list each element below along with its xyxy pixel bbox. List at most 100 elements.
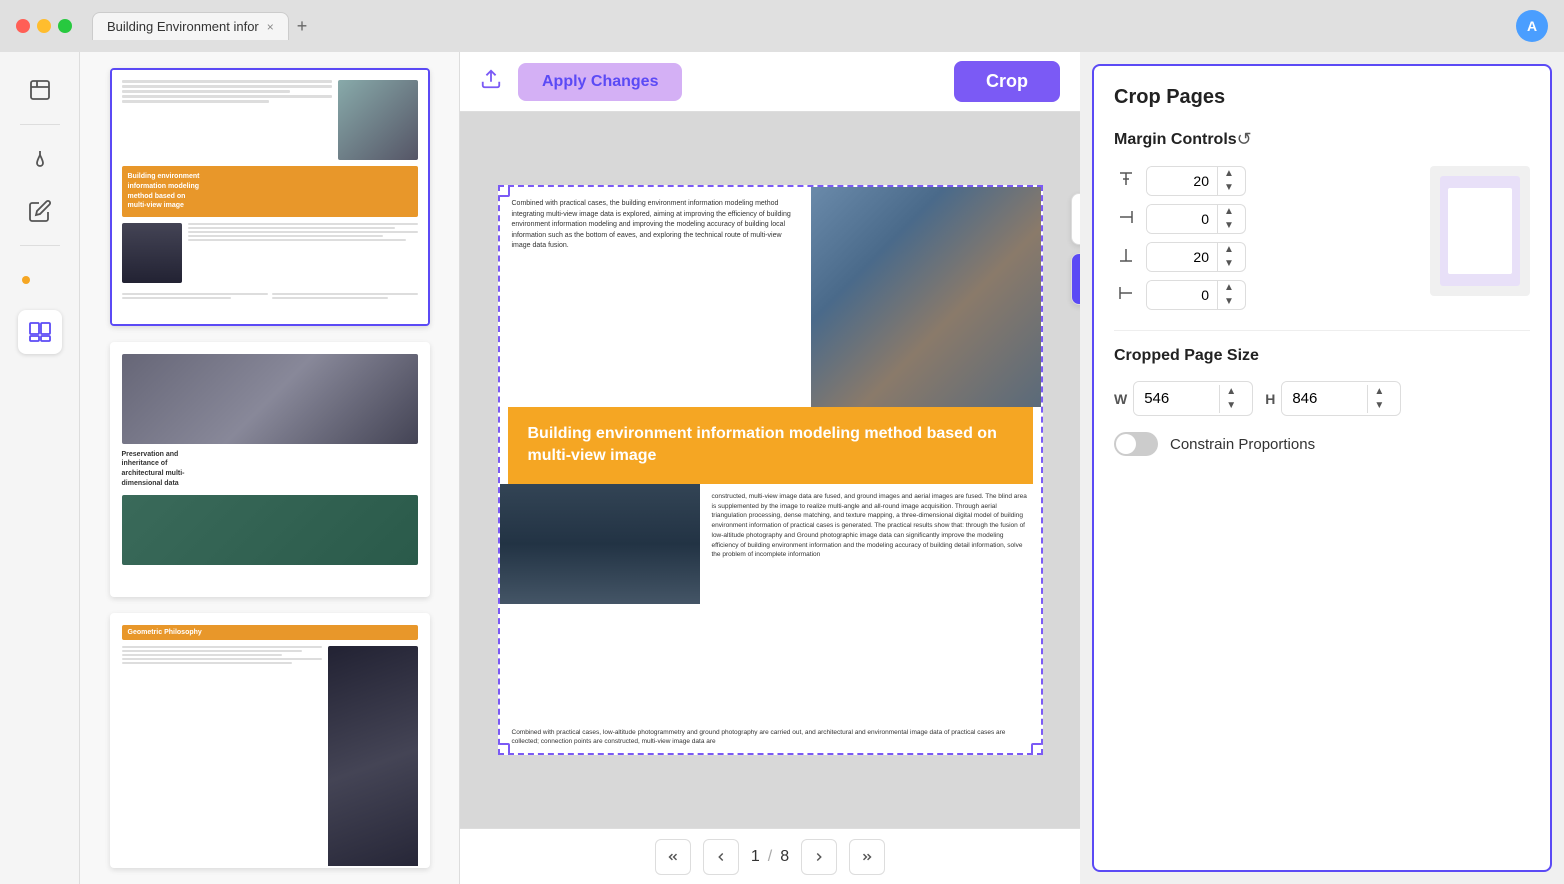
page-thumbnail-3[interactable]: Geometric Philosophy 3 [110,613,430,868]
close-button[interactable] [16,19,30,33]
right-margin-increment[interactable]: ▲ [1218,205,1240,219]
width-decrement[interactable]: ▼ [1220,399,1242,413]
tab-title: Building Environment infor [107,19,259,34]
active-indicator [22,276,30,284]
first-page-button[interactable] [655,839,691,875]
crop-button[interactable]: Crop [954,61,1060,102]
top-margin-decrement[interactable]: ▼ [1218,181,1240,195]
page-thumbnail-1[interactable]: Building environmentinformation modeling… [110,68,430,326]
top-margin-row: 20 ▲ ▼ [1114,166,1414,196]
sidebar-item-pages[interactable] [18,310,62,354]
total-pages: 8 [780,848,789,866]
sidebar-item-layout[interactable] [18,258,62,302]
margin-controls: 20 ▲ ▼ [1114,166,1530,310]
sidebar-divider-1 [20,124,60,125]
page-2-image: Preservation andinheritance ofarchitectu… [112,344,428,597]
width-increment[interactable]: ▲ [1220,385,1242,399]
main-area: Apply Changes Crop Comb [460,52,1080,884]
bottom-margin-input-wrap: 20 ▲ ▼ [1146,242,1246,272]
constrain-proportions-label: Constrain Proportions [1170,436,1315,453]
margin-controls-title: Margin Controls [1114,131,1237,149]
page-person-image [500,484,700,604]
page-3-image: Geometric Philosophy [112,615,428,868]
page-top-section: Combined with practical cases, the build… [500,187,1041,407]
height-decrement[interactable]: ▼ [1368,399,1390,413]
page-bottom-right-text: constructed, multi-view image data are f… [700,484,1041,722]
page-1-image: Building environmentinformation modeling… [112,70,428,326]
right-panel: Crop Pages Margin Controls ↺ [1092,64,1552,872]
fit-page-button[interactable] [1071,193,1081,245]
constrain-proportions-toggle[interactable] [1114,432,1158,456]
toolbar: Apply Changes Crop [460,52,1080,112]
preview-page-inner [1448,188,1512,274]
preview-page-outer [1440,176,1520,286]
top-margin-input[interactable]: 20 [1147,167,1217,195]
left-margin-row: 0 ▲ ▼ [1114,280,1414,310]
pagination: 1 / 8 [460,828,1080,884]
document-page: Combined with practical cases, the build… [498,185,1043,755]
right-margin-row: 0 ▲ ▼ [1114,204,1414,234]
new-tab-button[interactable]: + [297,16,308,37]
minimize-button[interactable] [37,19,51,33]
page-info: 1 / 8 [751,848,789,866]
bottom-margin-row: 20 ▲ ▼ [1114,242,1414,272]
sidebar-item-edit[interactable] [18,189,62,233]
titlebar: Building Environment infor × + A [0,0,1564,52]
top-margin-increment[interactable]: ▲ [1218,167,1240,181]
top-margin-icon [1114,170,1138,193]
tab-close-icon[interactable]: × [267,20,274,34]
apply-changes-button[interactable]: Apply Changes [518,63,682,101]
resize-handle-bl[interactable] [498,743,510,755]
avatar: A [1516,10,1548,42]
right-margin-decrement[interactable]: ▼ [1218,219,1240,233]
canvas-area: Combined with practical cases, the build… [460,112,1080,828]
width-field: W 546 ▲ ▼ [1114,381,1253,416]
sidebar-divider-2 [20,245,60,246]
prev-page-button[interactable] [703,839,739,875]
height-label: H [1265,391,1275,407]
left-margin-icon [1114,284,1138,307]
maximize-button[interactable] [58,19,72,33]
sidebar-item-brush[interactable] [18,137,62,181]
crop-overlay [1071,193,1081,305]
width-input-wrap: 546 ▲ ▼ [1133,381,1253,416]
next-page-button[interactable] [801,839,837,875]
height-input[interactable]: 846 [1282,382,1367,415]
height-increment[interactable]: ▲ [1368,385,1390,399]
width-input[interactable]: 546 [1134,382,1219,415]
apply-changes-icon [480,68,502,96]
left-margin-decrement[interactable]: ▼ [1218,295,1240,309]
size-row: W 546 ▲ ▼ H 846 ▲ ▼ [1114,381,1530,416]
crop-tool-button[interactable] [1071,253,1081,305]
icon-sidebar [0,52,80,884]
width-label: W [1114,391,1127,407]
page-banner: Building environment information modelin… [508,407,1033,484]
page-intro-text: Combined with practical cases, the build… [500,187,811,407]
bottom-margin-decrement[interactable]: ▼ [1218,257,1240,271]
right-margin-input[interactable]: 0 [1147,205,1217,233]
current-page: 1 [751,848,760,866]
height-input-wrap: 846 ▲ ▼ [1281,381,1401,416]
section-divider [1114,330,1530,331]
active-tab[interactable]: Building Environment infor × [92,12,289,40]
traffic-lights [16,19,72,33]
left-margin-input[interactable]: 0 [1147,281,1217,309]
page-bottom-section: constructed, multi-view image data are f… [500,484,1041,722]
page-top-image [811,187,1041,407]
last-page-button[interactable] [849,839,885,875]
sidebar-item-book[interactable] [18,68,62,112]
reset-margins-button[interactable]: ↺ [1237,129,1252,150]
bottom-margin-increment[interactable]: ▲ [1218,243,1240,257]
margin-controls-header: Margin Controls ↺ [1114,129,1530,150]
bottom-margin-input[interactable]: 20 [1147,243,1217,271]
pages-panel: Building environmentinformation modeling… [80,52,460,884]
left-margin-increment[interactable]: ▲ [1218,281,1240,295]
page-thumbnail-2[interactable]: Preservation andinheritance ofarchitectu… [110,342,430,597]
cropped-size-title: Cropped Page Size [1114,347,1530,365]
resize-handle-tl[interactable] [498,185,510,197]
resize-handle-br[interactable] [1031,743,1043,755]
page-lower-text: Combined with practical cases, low-altit… [500,722,1041,754]
right-margin-input-wrap: 0 ▲ ▼ [1146,204,1246,234]
height-field: H 846 ▲ ▼ [1265,381,1401,416]
left-margin-stepper: ▲ ▼ [1217,281,1240,309]
